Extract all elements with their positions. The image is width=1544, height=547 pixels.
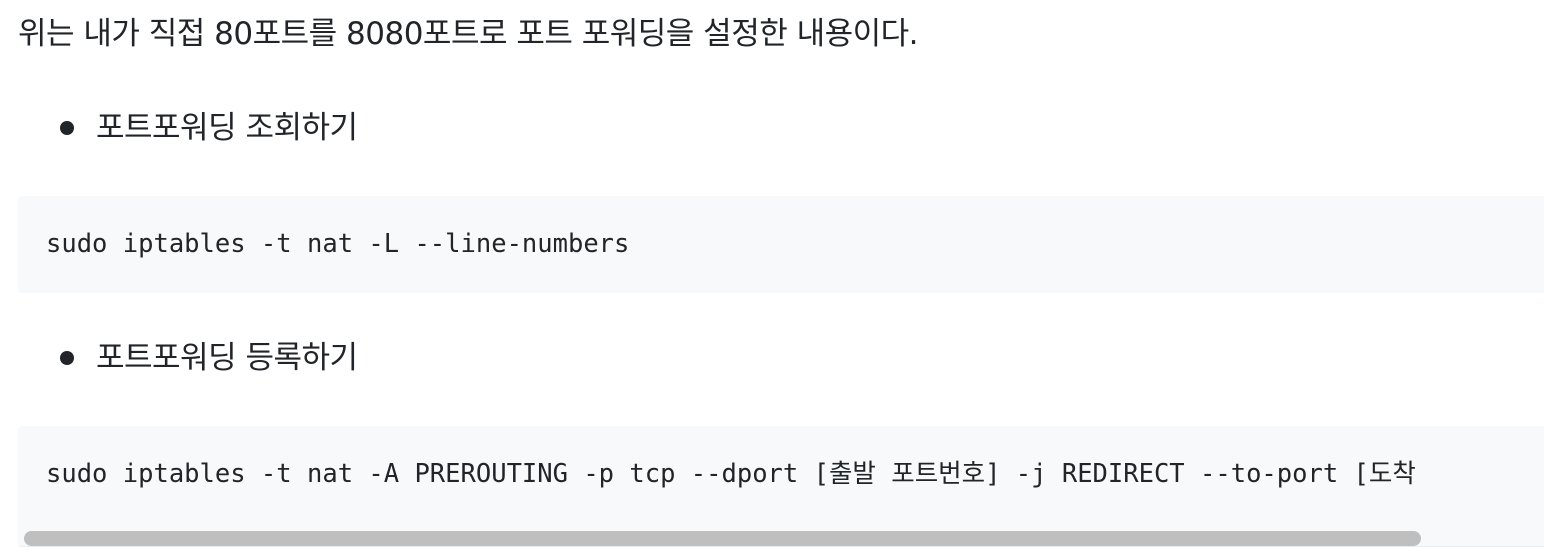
list-item-view-port-forwarding: 포트포워딩 조회하기 xyxy=(60,106,358,150)
list-item-register-port-forwarding: 포트포워딩 등록하기 xyxy=(60,336,358,380)
code-text[interactable]: sudo iptables -t nat -L --line-numbers xyxy=(46,196,629,293)
list-item-label: 포트포워딩 조회하기 xyxy=(96,110,358,146)
bullet-dot-icon xyxy=(60,121,74,135)
code-block-register[interactable]: sudo iptables -t nat -A PREROUTING -p tc… xyxy=(18,426,1544,547)
list-item-label: 포트포워딩 등록하기 xyxy=(96,340,358,376)
code-text[interactable]: sudo iptables -t nat -A PREROUTING -p tc… xyxy=(46,426,1416,522)
horizontal-scrollbar[interactable] xyxy=(18,526,1544,546)
intro-paragraph: 위는 내가 직접 80포트를 8080포트로 포트 포워딩을 설정한 내용이다. xyxy=(18,16,919,52)
scrollbar-thumb[interactable] xyxy=(24,531,1421,546)
code-block-view[interactable]: sudo iptables -t nat -L --line-numbers xyxy=(18,196,1544,293)
bullet-dot-icon xyxy=(60,351,74,365)
